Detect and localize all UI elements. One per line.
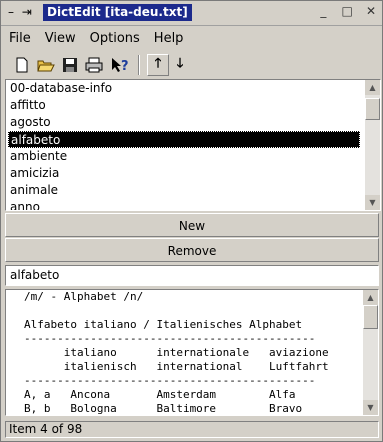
- list-item[interactable]: agosto: [6, 114, 362, 131]
- title-bar-left-controls: – ⇥: [5, 5, 33, 19]
- text-scroll-down-button[interactable]: ▼: [363, 400, 378, 415]
- application-window: – ⇥ DictEdit [ita-deu.txt] _ □ ✕ File Vie…: [0, 0, 383, 442]
- scroll-up-button[interactable]: ▲: [365, 80, 380, 95]
- arrow-up-icon: 🡑: [154, 56, 162, 71]
- svg-text:?: ?: [121, 59, 129, 74]
- pin-icon[interactable]: ⇥: [21, 5, 33, 19]
- close-button[interactable]: ✕: [364, 4, 378, 18]
- save-disk-icon: [63, 58, 77, 72]
- definition-text-area[interactable]: /m/ - Alphabet /n/Alfabeto italiano / It…: [5, 289, 379, 416]
- entry-list-scrollbar[interactable]: ▲ ▼: [365, 80, 380, 210]
- toolbar-separator: [138, 55, 140, 75]
- list-item[interactable]: ambiente: [6, 148, 362, 165]
- entry-list[interactable]: 00-database-info affitto agosto alfabeto amb…: [5, 79, 381, 211]
- entry-list-items: 00-database-info affitto agosto alfabeto amb…: [6, 80, 362, 210]
- minimize-button[interactable]: _: [316, 4, 330, 18]
- open-file-button[interactable]: [35, 54, 57, 76]
- definition-line: A, a Ancona Amsterdam Alfa: [24, 388, 296, 401]
- definition-line: [6, 304, 363, 318]
- move-down-button[interactable]: 🡓: [169, 54, 191, 76]
- list-item[interactable]: 00-database-info: [6, 80, 362, 97]
- menu-bar: File View Options Help: [1, 28, 382, 50]
- text-scrollbar-thumb[interactable]: [363, 305, 378, 329]
- menu-view[interactable]: View: [37, 28, 82, 46]
- whats-this-help-icon: ?: [112, 58, 129, 74]
- list-item[interactable]: affitto: [6, 97, 362, 114]
- remove-entry-button[interactable]: Remove: [5, 238, 379, 262]
- definition-line: italienisch international Luftfahrt: [24, 360, 329, 373]
- menu-options[interactable]: Options: [82, 28, 146, 46]
- definition-line: /m/ - Alphabet /n/: [24, 290, 144, 303]
- status-bar: Item 4 of 98: [5, 421, 379, 438]
- move-up-button[interactable]: 🡑: [147, 54, 169, 76]
- list-item[interactable]: amicizia: [6, 165, 362, 182]
- open-folder-icon: [37, 60, 55, 72]
- window-title: DictEdit [ita-deu.txt]: [43, 4, 192, 21]
- text-scroll-up-button[interactable]: ▲: [363, 290, 378, 305]
- window-controls: _ □ ✕: [310, 4, 378, 18]
- scrollbar-thumb[interactable]: [365, 98, 380, 120]
- definition-line: italiano internationale aviazione: [24, 346, 329, 359]
- window-menu-icon[interactable]: –: [5, 5, 17, 19]
- menu-file[interactable]: File: [1, 28, 37, 46]
- print-icon: [85, 57, 103, 73]
- print-button[interactable]: [83, 54, 105, 76]
- definition-line: ----------------------------------------…: [24, 374, 316, 387]
- new-entry-button[interactable]: New: [5, 213, 379, 237]
- definition-line: B, b Bologna Baltimore Bravo: [24, 402, 303, 415]
- arrow-down-icon: 🡓: [176, 56, 184, 71]
- list-item[interactable]: animale: [6, 182, 362, 199]
- list-item[interactable]: anno: [6, 199, 362, 210]
- definition-line: ----------------------------------------…: [24, 332, 316, 345]
- headword-field[interactable]: alfabeto: [5, 265, 379, 286]
- definition-line: Alfabeto italiano / Italienisches Alphab…: [24, 318, 303, 331]
- menu-help[interactable]: Help: [146, 28, 190, 46]
- whats-this-button[interactable]: ?: [109, 54, 131, 76]
- definition-text: /m/ - Alphabet /n/Alfabeto italiano / It…: [6, 290, 363, 415]
- save-file-button[interactable]: [59, 54, 81, 76]
- scroll-down-button[interactable]: ▼: [365, 195, 380, 210]
- list-item[interactable]: alfabeto: [8, 131, 360, 148]
- title-bar[interactable]: – ⇥ DictEdit [ita-deu.txt] _ □ ✕: [1, 1, 382, 26]
- maximize-button[interactable]: □: [340, 4, 354, 18]
- definition-scrollbar[interactable]: ▲ ▼: [363, 290, 378, 415]
- new-document-icon: [16, 57, 28, 73]
- new-file-button[interactable]: [11, 54, 33, 76]
